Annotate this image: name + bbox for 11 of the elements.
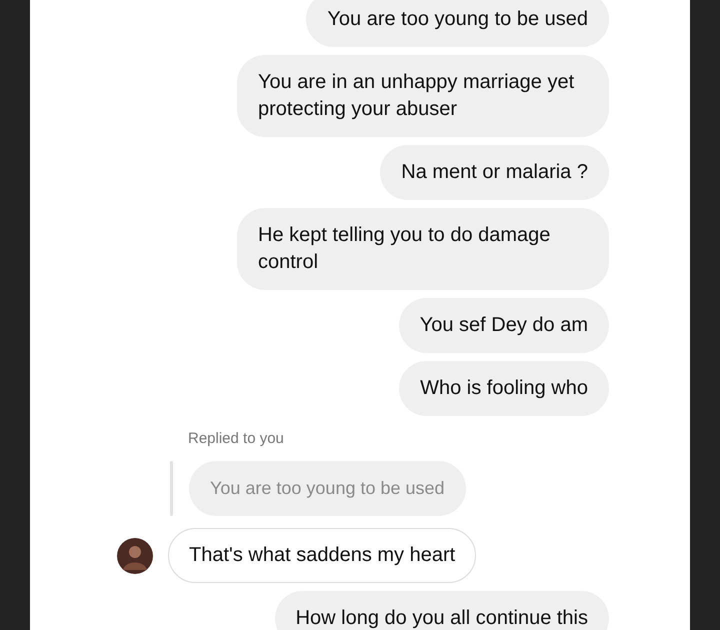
- sent-message: How long do you all continue this: [274, 591, 609, 630]
- avatar-icon: [117, 538, 153, 574]
- sent-message: You are in an unhappy marriage yet protecting your abuser: [237, 55, 609, 137]
- sent-message: Na ment or malaria ?: [380, 145, 609, 200]
- quoted-message: You are too young to be used: [189, 461, 466, 516]
- sent-message: You sef Dey do am: [398, 298, 609, 353]
- sent-message: You are too young to be used: [306, 0, 609, 47]
- sent-message: He kept telling you to do damage control: [237, 208, 609, 290]
- received-message: That's what saddens my heart: [168, 528, 476, 583]
- replied-label: Replied to you: [187, 430, 285, 447]
- sent-message: Who is fooling who: [399, 361, 609, 416]
